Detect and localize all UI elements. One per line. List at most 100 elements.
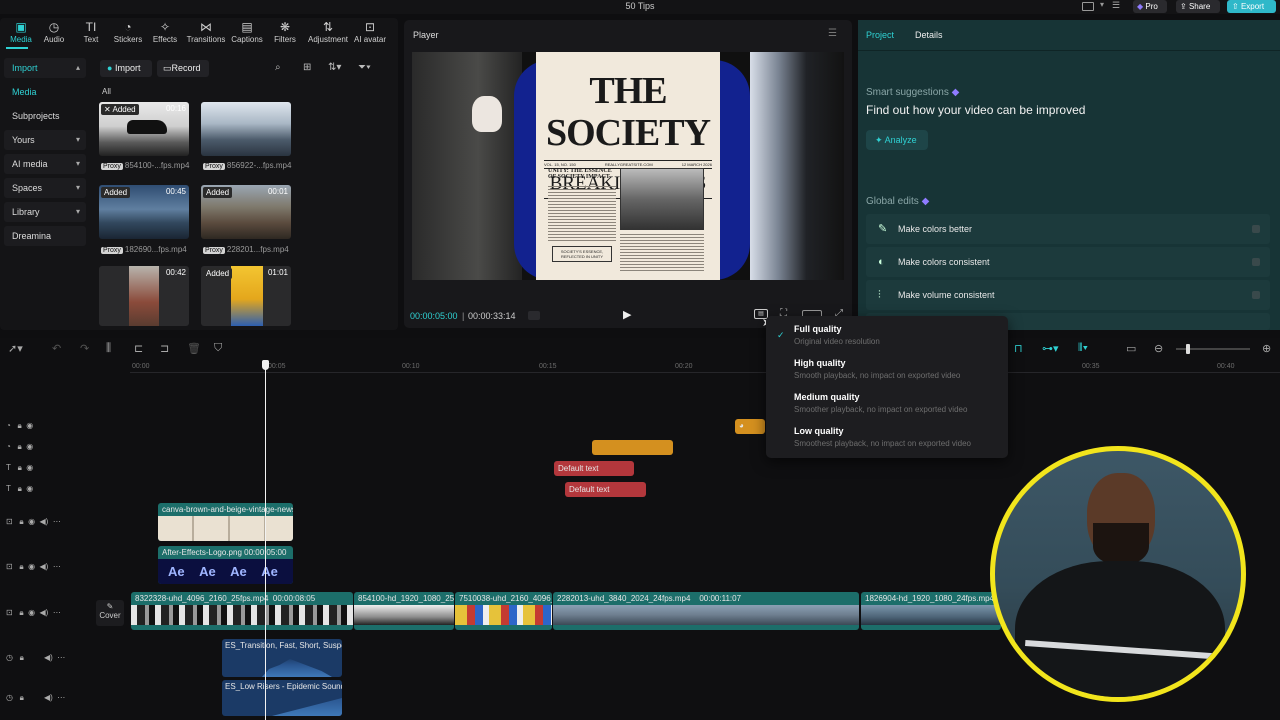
nav-dreamina[interactable]: Dreamina: [4, 226, 86, 246]
audio-clip[interactable]: ES_Transition, Fast, Short, Suspen: [222, 639, 342, 677]
cover-button[interactable]: ✎ Cover: [96, 600, 124, 626]
tool-captions[interactable]: ▤ Captions: [226, 19, 268, 44]
text-clip[interactable]: Default text: [565, 482, 646, 497]
lock-icon[interactable]: 🔒︎: [18, 421, 22, 430]
media-thumb[interactable]: Added 00:01: [201, 185, 291, 239]
lock-icon[interactable]: 🔒︎: [18, 463, 22, 472]
undo-icon[interactable]: ↶: [52, 342, 61, 355]
tool-stickers[interactable]: ◔ Stickers: [107, 19, 149, 44]
toggle-icon[interactable]: [1252, 258, 1260, 266]
analyze-button[interactable]: ✦ Analyze: [866, 130, 928, 150]
nav-library[interactable]: Library ▾: [4, 202, 86, 222]
more-icon[interactable]: ⋯: [53, 608, 61, 617]
eye-icon[interactable]: ◉: [28, 562, 35, 571]
tab-details[interactable]: Details: [915, 30, 943, 40]
pro-button[interactable]: ◆ Pro: [1133, 0, 1167, 13]
eye-icon[interactable]: ◉: [28, 517, 35, 526]
speaker-icon[interactable]: ◀): [40, 562, 49, 571]
lock-icon[interactable]: 🔒︎: [18, 484, 22, 493]
sort-icon[interactable]: ⇅▾: [328, 62, 341, 73]
main-clip[interactable]: 8322328-uhd_4096_2160_25fps.mp4 00:00:08…: [131, 592, 353, 630]
zoom-slider-handle[interactable]: [1186, 344, 1190, 354]
audio-clip[interactable]: ES_Low Risers - Epidemic Sound.m: [222, 680, 342, 716]
lock-icon[interactable]: 🔒︎: [20, 653, 24, 662]
edit-make-colors-consistent[interactable]: ◐ Make colors consistent: [866, 247, 1270, 277]
quality-option-full[interactable]: Full quality: [794, 324, 842, 334]
menu-icon[interactable]: ☰: [1112, 0, 1120, 11]
search-icon[interactable]: ⌕: [275, 62, 281, 73]
main-clip[interactable]: 854100-hd_1920_1080_25fp: [354, 592, 454, 630]
nav-ai-media[interactable]: AI media ▾: [4, 154, 86, 174]
toggle-icon[interactable]: [1252, 225, 1260, 233]
playhead-handle[interactable]: [262, 360, 269, 370]
lock-icon[interactable]: 🔒︎: [20, 693, 24, 702]
eye-icon[interactable]: ◉: [26, 421, 33, 430]
timecode-toggle-icon[interactable]: [528, 311, 540, 320]
eye-icon[interactable]: ◉: [26, 442, 33, 451]
snap-icon[interactable]: ⫴▾: [1078, 342, 1088, 355]
tool-ai-avatar[interactable]: ⊡ AI avatar: [350, 19, 390, 44]
more-icon[interactable]: ⋯: [53, 517, 61, 526]
media-thumb[interactable]: Added 00:45: [99, 185, 189, 239]
tool-transitions[interactable]: ⋈ Transitions: [184, 19, 228, 44]
quality-option-low[interactable]: Low quality: [794, 426, 844, 436]
tab-project[interactable]: Project: [866, 30, 894, 40]
filter-all-label[interactable]: All: [102, 87, 111, 96]
link-icon[interactable]: ⊶▾: [1042, 342, 1059, 355]
main-clip[interactable]: 2282013-uhd_3840_2024_24fps.mp4 00:00:11…: [553, 592, 859, 630]
nav-import[interactable]: Import ▴: [4, 58, 86, 78]
more-icon[interactable]: ⋯: [53, 562, 61, 571]
nav-spaces[interactable]: Spaces ▾: [4, 178, 86, 198]
export-button[interactable]: ⇧ Export: [1227, 0, 1276, 13]
speaker-icon[interactable]: ◀): [44, 653, 53, 662]
media-thumb[interactable]: 00:42: [99, 266, 189, 326]
quality-option-medium[interactable]: Medium quality: [794, 392, 860, 402]
nav-media[interactable]: Media: [4, 82, 86, 102]
chevron-down-icon[interactable]: ▾: [1100, 0, 1104, 9]
tool-audio[interactable]: ◷ Audio: [33, 19, 75, 44]
preview-axis-icon[interactable]: ▭: [1126, 342, 1136, 355]
tool-adjustment[interactable]: ⇅ Adjustment: [304, 19, 352, 44]
media-thumb[interactable]: Added 01:01: [201, 266, 291, 326]
edit-make-volume-consistent[interactable]: ⫶ Make volume consistent: [866, 280, 1270, 310]
playhead[interactable]: [265, 362, 266, 720]
share-button[interactable]: ⇪ Share: [1176, 0, 1220, 13]
player-menu-icon[interactable]: ☰: [828, 28, 837, 39]
tool-filters[interactable]: ❋ Filters: [264, 19, 306, 44]
lock-icon[interactable]: 🔒︎: [19, 517, 23, 526]
nav-subprojects[interactable]: Subprojects: [4, 106, 86, 126]
tool-effects[interactable]: ✧ Effects: [144, 19, 186, 44]
zoom-slider[interactable]: [1176, 344, 1250, 354]
speaker-icon[interactable]: ◀): [40, 517, 49, 526]
magnet-icon[interactable]: ⊓: [1014, 342, 1023, 355]
trim-left-icon[interactable]: ⊏: [134, 342, 143, 355]
filter-icon[interactable]: ⏷▾: [358, 62, 371, 73]
eye-icon[interactable]: ◉: [26, 463, 33, 472]
redo-icon[interactable]: ↷: [80, 342, 89, 355]
sticker-clip[interactable]: ◕: [735, 419, 765, 434]
sticker-clip[interactable]: [592, 440, 673, 455]
edit-make-colors-better[interactable]: ✎ Make colors better: [866, 214, 1270, 244]
quality-option-high[interactable]: High quality: [794, 358, 846, 368]
tool-text[interactable]: TI Text: [70, 19, 112, 44]
overlay-clip[interactable]: After-Effects-Logo.png 00:00:05:00 Ae Ae…: [158, 546, 293, 584]
grid-view-icon[interactable]: ⊞: [303, 62, 311, 73]
zoom-in-icon[interactable]: ⊕: [1262, 342, 1271, 355]
more-icon[interactable]: ⋯: [57, 693, 65, 702]
speaker-icon[interactable]: ◀): [40, 608, 49, 617]
overlay-clip[interactable]: canva-brown-and-beige-vintage-news: [158, 503, 293, 541]
more-icon[interactable]: ⋯: [57, 653, 65, 662]
play-icon[interactable]: ▶: [623, 308, 631, 321]
marker-icon[interactable]: ⛉: [214, 342, 222, 355]
layout-icon[interactable]: [1082, 2, 1094, 11]
main-clip[interactable]: 7510038-uhd_2160_4096_2: [455, 592, 552, 630]
select-tool-icon[interactable]: ➚▾: [8, 342, 23, 355]
media-thumb[interactable]: ✕ Added 00:16: [99, 102, 189, 156]
lock-icon[interactable]: 🔒︎: [19, 562, 23, 571]
trim-right-icon[interactable]: ⊐: [160, 342, 169, 355]
record-button[interactable]: ▭Record: [157, 60, 209, 77]
delete-icon[interactable]: 🗑: [187, 342, 201, 355]
media-thumb[interactable]: [201, 102, 291, 156]
zoom-out-icon[interactable]: ⊖: [1154, 342, 1163, 355]
nav-yours[interactable]: Yours ▾: [4, 130, 86, 150]
